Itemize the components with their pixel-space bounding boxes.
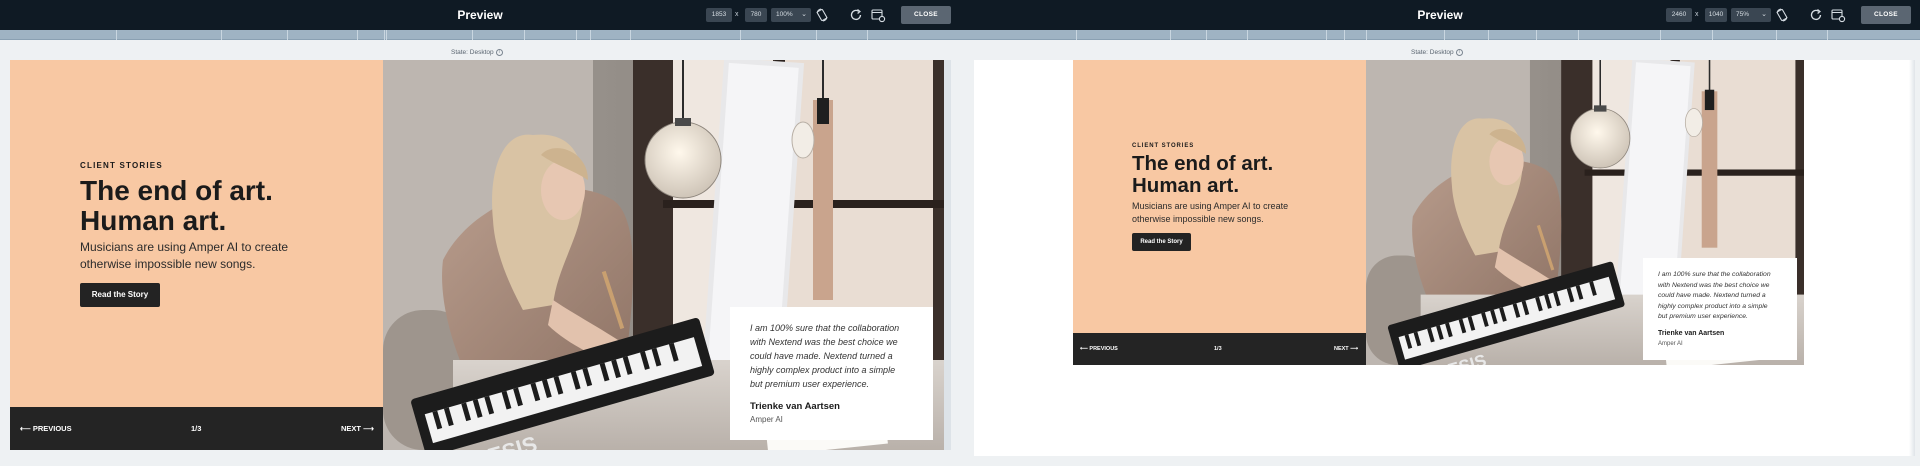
- preview-toolbar: Preview 1853 x 780 100% ⌄ CLOSE: [0, 0, 960, 30]
- height-input[interactable]: 780: [745, 8, 767, 22]
- slide-counter: 1/3: [191, 424, 202, 433]
- refresh-icon[interactable]: [1808, 7, 1824, 23]
- quote-line-5: but premium user experience.: [1658, 313, 1748, 321]
- testimonial-quote: I am 100% sure that the collaboration wi…: [750, 322, 899, 392]
- device-frame: ALESIS CLIENT STORIES The end of art. Hu…: [10, 60, 944, 450]
- frame-shadow: [1909, 60, 1915, 456]
- close-button[interactable]: CLOSE: [1861, 6, 1911, 24]
- previous-button[interactable]: ⟵ PREVIOUS: [1080, 333, 1118, 365]
- vertical-scrollbar[interactable]: [944, 60, 951, 450]
- headline-line-1: The end of art.: [1132, 152, 1274, 175]
- slider-nav-bar: ⟵ PREVIOUS 1/3 NEXT ⟶: [1073, 333, 1366, 365]
- hero-slider: ALESIS CLIENT STORIES The end of art. Hu…: [10, 60, 944, 450]
- preview-toolbar: Preview 2460 x 1040 75% ⌄ CLOSE: [960, 0, 1920, 30]
- rotate-icon[interactable]: [1774, 7, 1790, 23]
- quote-line-3: could have made. Nextend turned a: [750, 350, 893, 361]
- quote-line-2: with Nextend was the best choice we: [1658, 281, 1770, 289]
- rotate-icon[interactable]: [814, 7, 830, 23]
- device-settings-icon[interactable]: [1830, 7, 1846, 23]
- read-story-button[interactable]: Read the Story: [80, 283, 160, 307]
- state-label: State: Desktop i: [1411, 49, 1463, 56]
- description-line-1: Musicians are using Amper AI to create: [80, 240, 289, 254]
- description-line-2: otherwise impossible new songs.: [80, 256, 256, 271]
- testimonial-author: Trienke van Aartsen: [1658, 330, 1725, 337]
- headline-line-1: The end of art.: [80, 175, 273, 206]
- description-line-1: Musicians are using Amper AI to create: [1132, 201, 1289, 211]
- quote-line-1: I am 100% sure that the collaboration: [750, 323, 900, 333]
- description-line-2: otherwise impossible new songs.: [1132, 213, 1264, 224]
- testimonial-quote: I am 100% sure that the collaboration wi…: [1658, 270, 1771, 323]
- breakpoint-ruler[interactable]: [0, 30, 960, 40]
- device-frame: ALESIS CLIENT STORIES The end of art. Hu…: [974, 60, 1909, 456]
- preview-panel-desktop-100: Preview 1853 x 780 100% ⌄ CLOSE State: De…: [0, 0, 960, 466]
- zoom-select[interactable]: 75% ⌄: [1731, 8, 1771, 22]
- slide-eyebrow: CLIENT STORIES: [80, 161, 163, 170]
- info-icon[interactable]: i: [495, 49, 503, 56]
- slide-headline: The end of art. Human art.: [1132, 152, 1274, 198]
- state-label: State: Desktop i: [451, 49, 503, 56]
- quote-line-4: highly complex product into a simple: [750, 364, 896, 375]
- info-icon[interactable]: i: [1455, 49, 1463, 56]
- chevron-down-icon: ⌄: [801, 11, 807, 18]
- slide-description: Musicians are using Amper AI to create o…: [80, 239, 288, 273]
- testimonial-company: Amper AI: [1658, 341, 1683, 347]
- testimonial-author: Trienke van Aartsen: [750, 401, 840, 412]
- read-story-button[interactable]: Read the Story: [1132, 233, 1191, 251]
- zoom-value: 75%: [1736, 11, 1750, 18]
- close-button[interactable]: CLOSE: [901, 6, 951, 24]
- next-button[interactable]: NEXT ⟶: [1334, 333, 1358, 365]
- slide-eyebrow: CLIENT STORIES: [1132, 143, 1195, 149]
- breakpoint-ruler[interactable]: [960, 30, 1920, 40]
- slide-headline: The end of art. Human art.: [80, 175, 273, 237]
- refresh-icon[interactable]: [848, 7, 864, 23]
- width-input[interactable]: 1853: [706, 8, 732, 22]
- width-input[interactable]: 2460: [1666, 8, 1692, 22]
- device-settings-icon[interactable]: [870, 7, 886, 23]
- zoom-select[interactable]: 100% ⌄: [771, 8, 811, 22]
- zoom-value: 100%: [776, 11, 793, 18]
- quote-line-2: with Nextend was the best choice we: [750, 336, 898, 347]
- state-text: State: Desktop: [1411, 49, 1454, 57]
- testimonial-company: Amper AI: [750, 415, 783, 424]
- quote-line-4: highly complex product into a simple: [1658, 302, 1768, 310]
- slide-description: Musicians are using Amper AI to create o…: [1132, 200, 1288, 225]
- testimonial-card: I am 100% sure that the collaboration wi…: [1643, 258, 1797, 360]
- dimension-separator: x: [735, 11, 739, 18]
- quote-line-1: I am 100% sure that the collaboration: [1658, 271, 1771, 278]
- headline-line-2: Human art.: [80, 205, 227, 237]
- previous-button[interactable]: ⟵ PREVIOUS: [20, 407, 72, 450]
- dimension-separator: x: [1695, 11, 1699, 18]
- chevron-down-icon: ⌄: [1761, 11, 1767, 18]
- quote-line-3: could have made. Nextend turned a: [1658, 292, 1766, 300]
- slider-nav-bar: ⟵ PREVIOUS 1/3 NEXT ⟶: [10, 407, 383, 450]
- quote-line-5: but premium user experience.: [750, 378, 870, 389]
- testimonial-card: I am 100% sure that the collaboration wi…: [730, 307, 933, 440]
- headline-line-2: Human art.: [1132, 174, 1240, 198]
- next-button[interactable]: NEXT ⟶: [341, 407, 374, 450]
- state-text: State: Desktop: [451, 49, 494, 57]
- hero-slider: ALESIS CLIENT STORIES The end of art. Hu…: [1073, 60, 1804, 365]
- preview-panel-desktop-75: Preview 2460 x 1040 75% ⌄ CLOSE State: De…: [960, 0, 1920, 466]
- slide-counter: 1/3: [1214, 346, 1222, 352]
- height-input[interactable]: 1040: [1705, 8, 1727, 22]
